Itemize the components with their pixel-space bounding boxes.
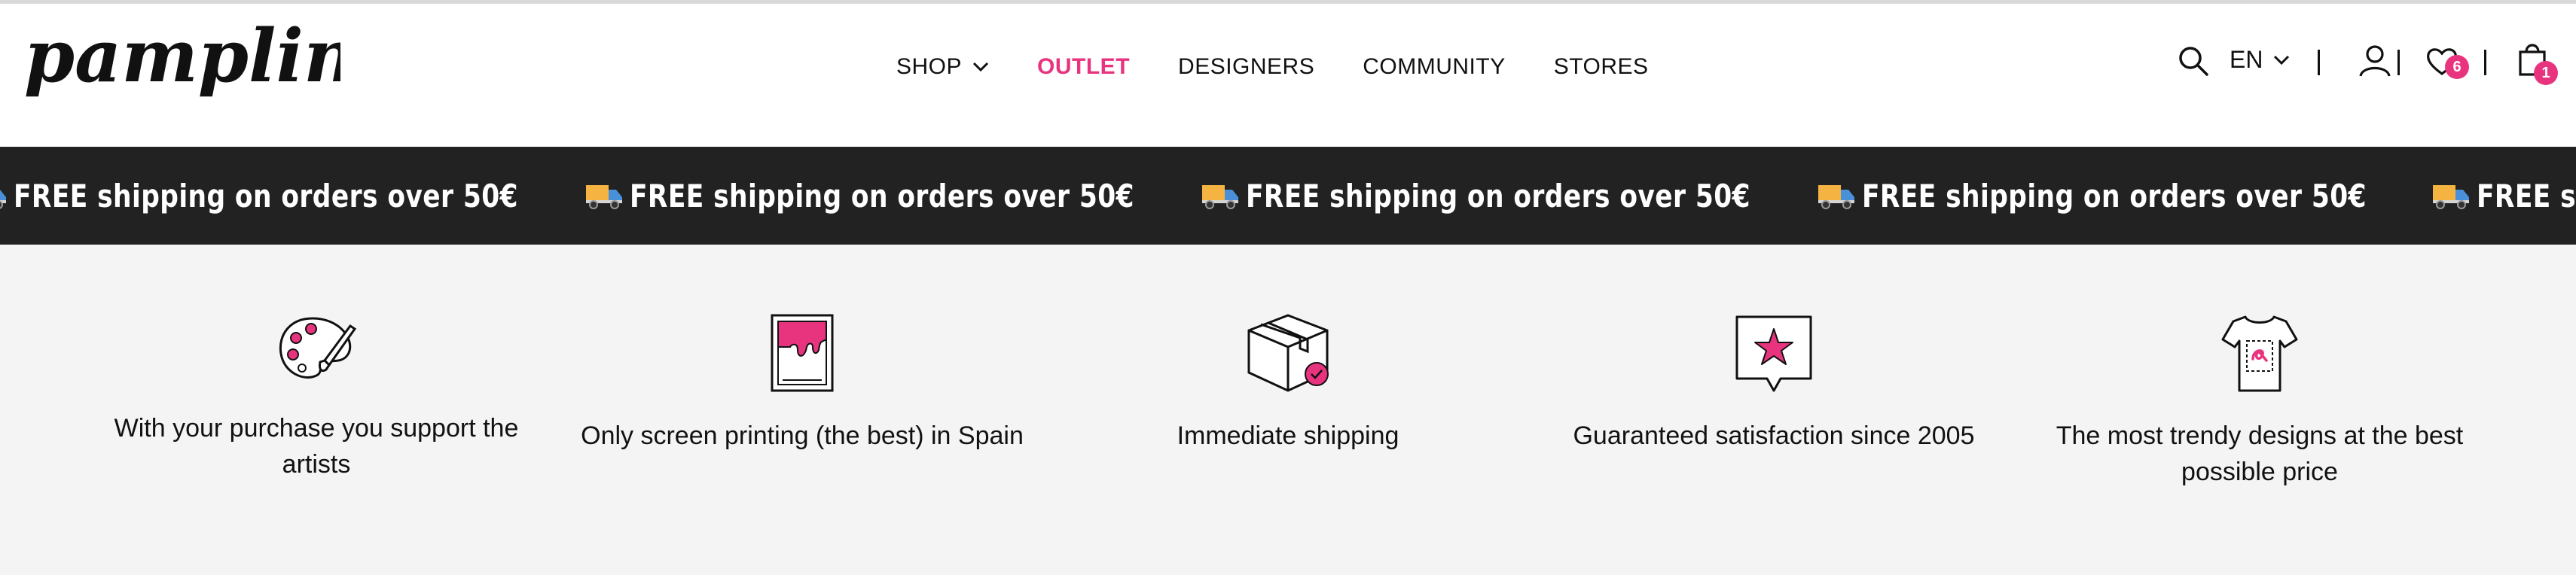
- delivery-truck-icon: [0, 190, 6, 209]
- nav-item-outlet[interactable]: OUTLET: [1037, 54, 1130, 80]
- logo-text: pampling: [24, 14, 340, 99]
- delivery-truck-icon: [1818, 185, 1854, 209]
- nav-label-community: COMMUNITY: [1363, 54, 1506, 79]
- feature-text: The most trendy designs at the best poss…: [2056, 421, 2464, 486]
- banner-message: FREE shipping on orders over 50€: [584, 147, 1245, 245]
- features-strip: With your purchase you support the artis…: [0, 245, 2576, 575]
- feature-text: Only screen printing (the best) in Spain: [581, 421, 1024, 450]
- package-box-icon: [1247, 314, 1329, 392]
- cart-count-badge: 1: [2534, 61, 2558, 85]
- banner-text: FREE shipping on orders over 50€: [1862, 177, 2367, 214]
- feature-immediate-shipping: Immediate shipping: [1062, 312, 1514, 454]
- divider: [2484, 50, 2486, 75]
- wishlist-count-badge: 6: [2445, 55, 2469, 79]
- banner-text: FREE sh: [2477, 177, 2576, 214]
- banner-message: FREE shipping on orders over 50€: [1201, 147, 1861, 245]
- screen-print-frame-icon: [771, 314, 834, 392]
- search-icon: [2179, 47, 2208, 76]
- language-selector[interactable]: EN: [2230, 46, 2290, 74]
- account-button[interactable]: [2358, 43, 2392, 81]
- feature-satisfaction: Guaranteed satisfaction since 2005: [1548, 312, 2000, 454]
- nav-label-outlet: OUTLET: [1037, 54, 1131, 79]
- feature-screen-printing: Only screen printing (the best) in Spain: [576, 312, 1028, 454]
- feature-trendy-designs: The most trendy designs at the best poss…: [2034, 312, 2486, 490]
- banner-text: FREE shipping on orders over 50€: [1246, 177, 1750, 214]
- banner-message: FREE shipping on orders over 50€: [0, 147, 629, 245]
- feature-text: Guaranteed satisfaction since 2005: [1573, 421, 1975, 450]
- star-speech-bubble-icon: [1735, 315, 1812, 392]
- nav-item-stores[interactable]: STORES: [1554, 54, 1649, 80]
- chevron-down-icon: [2274, 55, 2290, 65]
- search-button[interactable]: [2177, 44, 2210, 81]
- feature-text: Immediate shipping: [1177, 421, 1399, 450]
- feature-text: With your purchase you support the artis…: [114, 414, 519, 479]
- tshirt-icon: [2221, 315, 2298, 392]
- divider: [2397, 50, 2400, 75]
- nav-item-designers[interactable]: DESIGNERS: [1178, 54, 1314, 80]
- shipping-banner: FREE shipping on orders over 50€ FREE sh…: [0, 147, 2576, 245]
- banner-message: FREE sh: [2431, 147, 2576, 245]
- language-label: EN: [2230, 46, 2263, 73]
- delivery-truck-icon: [586, 185, 622, 209]
- nav-item-shop[interactable]: SHOP: [896, 54, 989, 80]
- wishlist-button[interactable]: 6: [2425, 46, 2469, 80]
- feature-support-artists: With your purchase you support the artis…: [90, 312, 542, 482]
- delivery-truck-icon: [1202, 185, 1238, 209]
- banner-message: FREE shipping on orders over 50€: [1817, 147, 2477, 245]
- pampling-logo[interactable]: pampling: [24, 10, 340, 115]
- banner-text: FREE shipping on orders over 50€: [630, 177, 1134, 214]
- cart-button[interactable]: 1: [2517, 41, 2558, 85]
- banner-text: FREE shipping on orders over 50€: [14, 177, 518, 214]
- user-icon: [2359, 45, 2391, 77]
- palette-icon: [279, 317, 357, 379]
- nav-item-community[interactable]: COMMUNITY: [1363, 54, 1505, 80]
- divider: [2318, 50, 2320, 75]
- main-nav: SHOP OUTLET DESIGNERS COMMUNITY STORES: [896, 46, 1649, 88]
- nav-label-designers: DESIGNERS: [1178, 54, 1315, 79]
- chevron-down-icon: [972, 62, 989, 72]
- nav-label-shop: SHOP: [896, 54, 963, 79]
- delivery-truck-icon: [2433, 185, 2469, 209]
- site-header: pampling SHOP OUTLET DESIGNERS COMMUNITY…: [0, 4, 2576, 147]
- nav-label-stores: STORES: [1553, 54, 1649, 79]
